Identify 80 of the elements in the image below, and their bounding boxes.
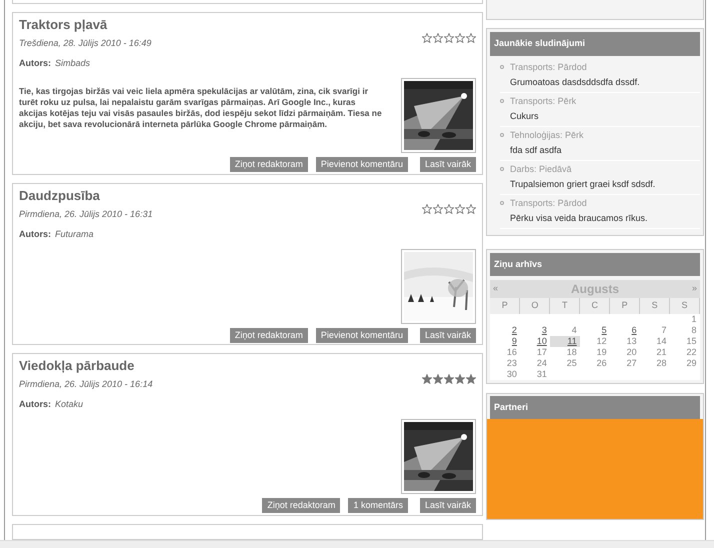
calendar-day: 20: [626, 346, 637, 356]
calendar-day[interactable]: 9: [512, 336, 517, 346]
bullet-icon: [500, 133, 504, 138]
author-name: Simbads: [55, 58, 90, 68]
ad-link[interactable]: fda sdf asdfa: [510, 144, 700, 158]
article-button[interactable]: Ziņot redaktoram: [230, 328, 308, 343]
calendar-day: 25: [566, 358, 577, 368]
ad-link[interactable]: Cukurs: [510, 110, 700, 124]
calendar-day[interactable]: 3: [542, 324, 547, 334]
ad-link[interactable]: Grumoatoas dasdsddsdfa dssdf.: [510, 76, 700, 90]
article-button[interactable]: Ziņot redaktoram: [230, 157, 308, 172]
weekday-header: P: [490, 298, 520, 314]
calendar-day: 17: [536, 346, 547, 356]
ad-category[interactable]: Transports: Pārdod: [510, 60, 587, 74]
calendar-day: 19: [596, 346, 607, 356]
calendar-day[interactable]: 10: [536, 336, 547, 346]
calendar-day: 28: [656, 358, 667, 368]
weekday-header: T: [550, 298, 580, 314]
ad-category[interactable]: Darbs: Piedāvā: [510, 162, 572, 176]
calendar-day: 15: [686, 336, 696, 346]
article-date: Trešdiena, 28. Jūlijs 2010 - 16:49: [19, 36, 152, 50]
calendar-day: 29: [686, 358, 696, 368]
weekday-header: C: [580, 298, 610, 314]
article-button[interactable]: Pievienot komentāru: [316, 328, 408, 343]
ad-link[interactable]: Trupalsiemon griert graei ksdf sdsdf.: [510, 178, 700, 192]
article-date: Pirmdiena, 26. Jūlijs 2010 - 16:14: [19, 378, 154, 391]
article-button[interactable]: Pievienot komentāru: [316, 157, 408, 172]
calendar-day: 12: [596, 336, 607, 346]
calendar-day: 14: [656, 336, 667, 346]
next-month-link[interactable]: »: [692, 282, 697, 296]
scrollbar[interactable]: [0, 540, 714, 548]
bullet-icon: [500, 99, 504, 104]
article-button[interactable]: Lasīt vairāk: [420, 328, 476, 343]
article-title[interactable]: Viedokļa pārbaude: [19, 358, 422, 374]
calendar-day[interactable]: 2: [512, 324, 517, 334]
bullet-icon: [500, 167, 504, 172]
calendar-day: 7: [662, 324, 667, 334]
ad-category[interactable]: Transports: Pārdod: [510, 196, 587, 210]
article-button[interactable]: Lasīt vairāk: [420, 157, 476, 172]
author-name: Kotaku: [55, 399, 84, 410]
article-date: Pirmdiena, 26. Jūlijs 2010 - 16:31: [19, 208, 154, 221]
panel-header: Ziņu arhīvs: [490, 252, 700, 276]
panel-header: Partneri: [490, 396, 700, 419]
author-label: Autors:: [19, 58, 51, 68]
calendar-day: 23: [506, 358, 517, 368]
bullet-icon: [500, 201, 504, 206]
weekday-header: S: [640, 298, 670, 314]
calendar-day: 26: [596, 358, 607, 368]
calendar-day: 16: [506, 346, 517, 356]
weekday-header: P: [610, 298, 640, 314]
calendar-day: 22: [686, 346, 696, 356]
article-title[interactable]: Daudzpusība: [19, 188, 422, 204]
calendar-day[interactable]: 6: [632, 324, 637, 334]
article-button[interactable]: Lasīt vairāk: [420, 498, 476, 513]
ad-link[interactable]: Pērku visa veida braucamos rīkus.: [510, 212, 700, 226]
article-text: Tie, kas tirgojas biržās vai veic liela apmēra spekulācijas ar valūtām, zina, cik svarīgi ir turēt roku uz pulsa, lai nepalaistu garām svarīgas pārmaiņas. Arī Google Inc., kuras akcijas kotējas teju vai visās pasaules biržās, dod iespēju sekot līdzi pārmaiņām. Tiesa ne akciju, bet sava revolucionārā interneta pārlūka Google Chrome pārmaiņām.: [19, 86, 383, 130]
calendar-day: 30: [506, 368, 517, 378]
calendar-day: 8: [691, 324, 696, 334]
calendar-day[interactable]: 5: [602, 324, 607, 334]
author-label: Autors:: [19, 229, 51, 240]
ad-category[interactable]: Transports: Pērk: [510, 94, 576, 108]
prev-month-link[interactable]: «: [493, 282, 498, 296]
article-button[interactable]: 1 komentārs: [348, 498, 408, 513]
calendar-day: 1: [691, 314, 696, 324]
calendar-day: 24: [536, 358, 547, 368]
ad-category[interactable]: Tehnoloģijas: Pērk: [510, 128, 584, 142]
calendar-day: 31: [536, 368, 547, 378]
calendar-day: 4: [572, 324, 577, 334]
article-title[interactable]: Traktors pļavā: [19, 17, 422, 33]
bullet-icon: [500, 65, 504, 70]
weekday-header: O: [520, 298, 550, 314]
panel-header: Jaunākie sludinājumi: [490, 32, 700, 56]
calendar-day: 13: [626, 336, 637, 346]
author-label: Autors:: [19, 399, 51, 410]
weekday-header: S: [670, 298, 700, 314]
calendar-day: 18: [566, 346, 577, 356]
calendar-day: 21: [656, 346, 667, 356]
calendar-day: 27: [626, 358, 637, 368]
author-name: Futurama: [55, 229, 94, 240]
article-button[interactable]: Ziņot redaktoram: [262, 498, 340, 513]
